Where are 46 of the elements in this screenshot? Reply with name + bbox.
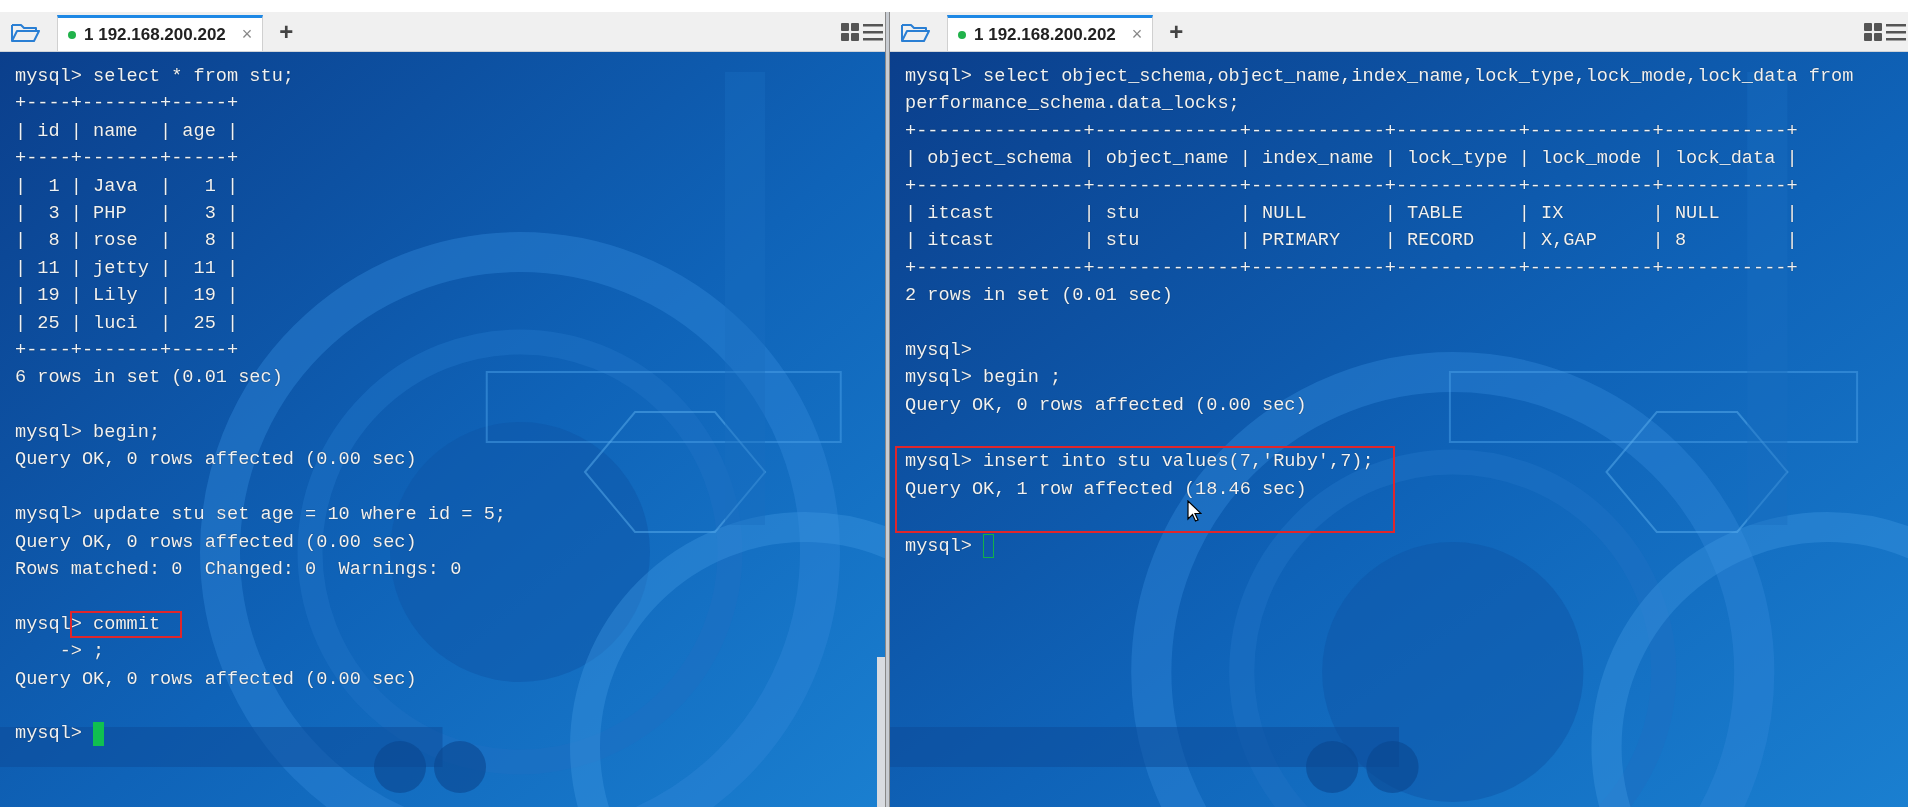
terminal-line: +----+-------+-----+ (15, 338, 239, 363)
terminal-line: | 3 | PHP | 3 | (15, 201, 239, 226)
add-tab-button[interactable]: + (1159, 19, 1194, 44)
terminal-line: +---------------+-------------+------------+-----------+-----------+-----------+ (905, 256, 1798, 281)
terminal-line: | object_schema | object_name | index_name | lock_type | lock_mode | lock_data | (905, 147, 1798, 172)
session-tab[interactable]: 1 192.168.200.202 × (947, 15, 1154, 51)
terminal-line: Query OK, 0 rows affected (0.00 sec) (15, 448, 417, 473)
terminal-line: | 25 | luci | 25 | (15, 311, 239, 336)
terminal-line: | 8 | rose | 8 | (15, 229, 239, 254)
terminal-line: | itcast | stu | NULL | TABLE | IX | NULL | (905, 201, 1798, 226)
menu-icon[interactable] (863, 22, 883, 41)
terminal-line: mysql> begin; (15, 421, 161, 446)
terminal-line: | itcast | stu | PRIMARY | RECORD | X,GAP | 8 | (905, 229, 1798, 254)
terminal-line: mysql> select object_schema,object_name,index_name,lock_type,lock_mode,lock_data from (905, 65, 1854, 89)
menu-icon[interactable] (1886, 22, 1906, 41)
terminal-line: +---------------+-------------+------------+-----------+-----------+-----------+ (905, 119, 1798, 144)
terminal-line: +----+-------+-----+ (15, 92, 239, 117)
scrollbar-thumb[interactable] (877, 657, 885, 807)
prompt-text: mysql> (905, 534, 972, 559)
terminal-line: Rows matched: 0 Changed: 0 Warnings: 0 (15, 558, 462, 583)
terminal-line: +----+-------+-----+ (15, 147, 239, 172)
terminal-line: 6 rows in set (0.01 sec) (15, 366, 283, 391)
terminal-line: | 11 | jetty | 11 | (15, 256, 239, 281)
terminal-line: +---------------+-------------+------------+-----------+-----------+-----------+ (905, 174, 1798, 199)
terminal-line: performance_schema.data_locks; (905, 92, 1240, 117)
grid-icon[interactable] (1864, 22, 1882, 41)
terminal-line: mysql> update stu set age = 10 where id = 5; (15, 503, 506, 528)
close-button[interactable]: × (241, 21, 253, 48)
terminal-line: mysql> begin ; (905, 366, 1062, 391)
terminal-line: Query OK, 1 row affected (18.46 sec) (905, 477, 1307, 502)
terminal-line: Query OK, 0 rows affected (0.00 sec) (15, 667, 417, 692)
terminal-line: | id | name | age | (15, 119, 239, 144)
grid-icon[interactable] (841, 22, 859, 41)
close-button[interactable]: × (1131, 21, 1143, 48)
add-tab-button[interactable]: + (269, 19, 304, 44)
session-tab[interactable]: 1 192.168.200.202 × (57, 15, 264, 51)
terminal-line: Query OK, 0 rows affected (0.00 sec) (15, 530, 417, 555)
terminal-line: mysql> insert into stu values(7,'Ruby',7); (905, 450, 1374, 475)
terminal-line: | 1 | Java | 1 | (15, 174, 239, 199)
terminal-line: 2 rows in set (0.01 sec) (905, 284, 1173, 309)
prompt-text: mysql> (15, 722, 82, 747)
terminal-line: -> ; (58, 640, 105, 665)
terminal-line: mysql> select * from stu; (15, 65, 294, 89)
terminal-line: | 19 | Lily | 19 | (15, 284, 239, 309)
terminal-line: mysql> (905, 338, 972, 363)
terminal-line: Query OK, 0 rows affected (0.00 sec) (905, 393, 1307, 418)
